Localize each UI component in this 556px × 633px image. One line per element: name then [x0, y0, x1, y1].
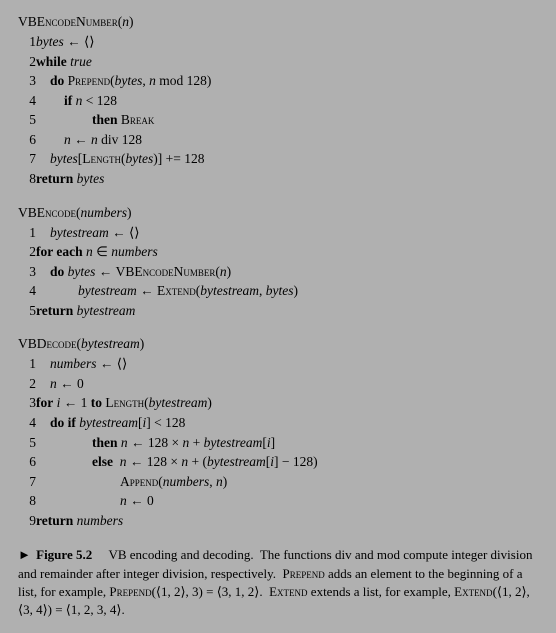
algorithm-vbdecode: VBDecode(bytestream) 1 numbers ← ⟨⟩ 2 n …	[18, 336, 538, 530]
line-num: 1	[18, 223, 36, 243]
code-line: do bytes ← VBEncodeNumber(n)	[36, 262, 538, 282]
line-num: 2	[18, 242, 36, 262]
triangle-icon: ►	[18, 547, 31, 562]
code-line: else n ← 128 × n + (bytestream[i] − 128)	[36, 452, 538, 472]
table-row: 1 bytes ← ⟨⟩	[18, 32, 538, 52]
code-line: do Prepend(bytes, n mod 128)	[36, 71, 538, 91]
table-row: 8 return bytes	[18, 169, 538, 189]
code-line: if n < 128	[36, 91, 538, 111]
line-num: 4	[18, 413, 36, 433]
line-num: 8	[18, 169, 36, 189]
algo-title-vbencodenumber: VBEncodeNumber(n)	[18, 14, 538, 30]
code-table-vbencodenumber: 1 bytes ← ⟨⟩ 2 while true 3 do Prepend(b…	[18, 32, 538, 189]
table-row: 6 n ← n div 128	[18, 130, 538, 150]
code-line: bytestream ← Extend(bytestream, bytes)	[36, 281, 538, 301]
table-row: 2 for each n ∈ numbers	[18, 242, 538, 262]
line-num: 6	[18, 452, 36, 472]
table-row: 4 if n < 128	[18, 91, 538, 111]
code-line: for i ← 1 to Length(bytestream)	[36, 393, 538, 413]
line-num: 2	[18, 52, 36, 72]
table-row: 4 do if bytestream[i] < 128	[18, 413, 538, 433]
algo-title-vbdecode: VBDecode(bytestream)	[18, 336, 538, 352]
table-row: 5 return bytestream	[18, 301, 538, 321]
line-num: 5	[18, 110, 36, 130]
code-line: return bytestream	[36, 301, 538, 321]
line-num: 3	[18, 262, 36, 282]
algorithm-vbencodenumber: VBEncodeNumber(n) 1 bytes ← ⟨⟩ 2 while t…	[18, 14, 538, 189]
code-line: Append(numbers, n)	[36, 472, 538, 492]
figure-label: Figure 5.2	[36, 547, 92, 562]
line-num: 5	[18, 301, 36, 321]
code-line: n ← n div 128	[36, 130, 538, 150]
table-row: 5 then n ← 128 × n + bytestream[i]	[18, 433, 538, 453]
figure-caption: ► Figure 5.2 VB encoding and decoding. T…	[18, 546, 538, 619]
line-num: 5	[18, 433, 36, 453]
line-num: 2	[18, 374, 36, 394]
table-row: 3 for i ← 1 to Length(bytestream)	[18, 393, 538, 413]
table-row: 1 bytestream ← ⟨⟩	[18, 223, 538, 243]
code-line: while true	[36, 52, 538, 72]
table-row: 7 Append(numbers, n)	[18, 472, 538, 492]
table-row: 2 while true	[18, 52, 538, 72]
code-table-vbencode: 1 bytestream ← ⟨⟩ 2 for each n ∈ numbers…	[18, 223, 538, 321]
code-table-vbdecode: 1 numbers ← ⟨⟩ 2 n ← 0 3 for i ← 1 to Le…	[18, 354, 538, 530]
line-num: 3	[18, 393, 36, 413]
line-num: 9	[18, 511, 36, 531]
code-line: bytes ← ⟨⟩	[36, 32, 538, 52]
line-num: 7	[18, 472, 36, 492]
code-line: n ← 0	[36, 374, 538, 394]
line-num: 6	[18, 130, 36, 150]
table-row: 7 bytes[Length(bytes)] += 128	[18, 149, 538, 169]
table-row: 1 numbers ← ⟨⟩	[18, 354, 538, 374]
code-line: return bytes	[36, 169, 538, 189]
line-num: 4	[18, 91, 36, 111]
code-line: bytestream ← ⟨⟩	[36, 223, 538, 243]
page: VBEncodeNumber(n) 1 bytes ← ⟨⟩ 2 while t…	[18, 14, 538, 619]
code-line: do if bytestream[i] < 128	[36, 413, 538, 433]
line-num: 3	[18, 71, 36, 91]
code-line: n ← 0	[36, 491, 538, 511]
table-row: 3 do Prepend(bytes, n mod 128)	[18, 71, 538, 91]
algorithm-vbencode: VBEncode(numbers) 1 bytestream ← ⟨⟩ 2 fo…	[18, 205, 538, 321]
code-line: for each n ∈ numbers	[36, 242, 538, 262]
code-line: bytes[Length(bytes)] += 128	[36, 149, 538, 169]
table-row: 5 then Break	[18, 110, 538, 130]
figure-caption-text: VB encoding and decoding. The functions …	[18, 547, 532, 617]
line-num: 1	[18, 354, 36, 374]
algo-title-vbencode: VBEncode(numbers)	[18, 205, 538, 221]
table-row: 3 do bytes ← VBEncodeNumber(n)	[18, 262, 538, 282]
line-num: 1	[18, 32, 36, 52]
code-line: then n ← 128 × n + bytestream[i]	[36, 433, 538, 453]
table-row: 6 else n ← 128 × n + (bytestream[i] − 12…	[18, 452, 538, 472]
table-row: 8 n ← 0	[18, 491, 538, 511]
line-num: 4	[18, 281, 36, 301]
line-num: 8	[18, 491, 36, 511]
line-num: 7	[18, 149, 36, 169]
code-line: then Break	[36, 110, 538, 130]
table-row: 9 return numbers	[18, 511, 538, 531]
code-line: return numbers	[36, 511, 538, 531]
table-row: 4 bytestream ← Extend(bytestream, bytes)	[18, 281, 538, 301]
code-line: numbers ← ⟨⟩	[36, 354, 538, 374]
table-row: 2 n ← 0	[18, 374, 538, 394]
